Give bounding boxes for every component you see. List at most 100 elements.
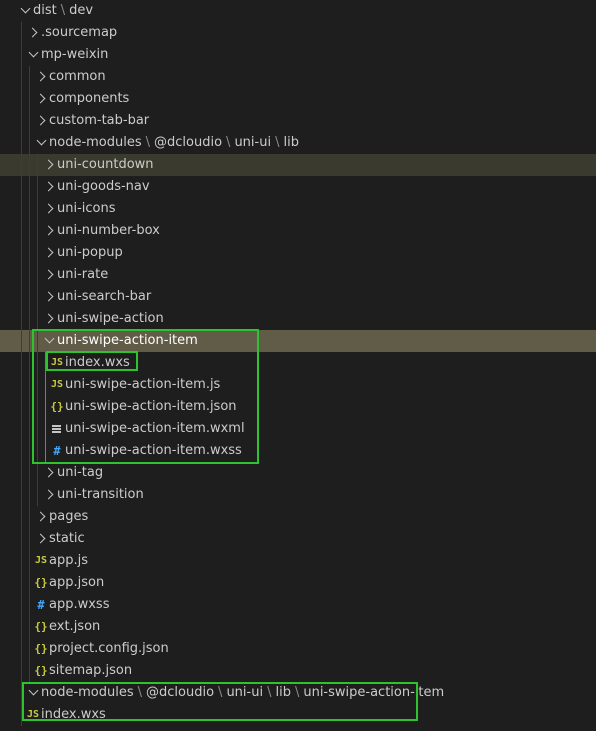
path-segment: dev xyxy=(69,3,94,18)
chevron-right-icon[interactable] xyxy=(42,462,56,484)
chevron-right-icon[interactable] xyxy=(34,506,48,528)
file-row-app-wxss[interactable]: # app.wxss xyxy=(0,594,596,616)
chevron-down-icon[interactable] xyxy=(26,682,40,704)
js-file-icon: JS xyxy=(50,357,64,368)
path-separator: \ xyxy=(218,685,223,700)
chevron-right-icon[interactable] xyxy=(34,110,48,132)
path-segment: @dcloudio xyxy=(154,135,223,150)
chevron-down-icon[interactable] xyxy=(26,44,40,66)
chevron-right-icon[interactable] xyxy=(42,484,56,506)
file-row-uni-swipe-action-item-json[interactable]: {} uni-swipe-action-item.json xyxy=(0,396,596,418)
chevron-right-icon[interactable] xyxy=(42,308,56,330)
row-label: uni-search-bar xyxy=(57,289,152,304)
chevron-right-icon[interactable] xyxy=(34,528,48,550)
json-file-icon: {} xyxy=(34,664,48,677)
chevron-right-icon[interactable] xyxy=(42,220,56,242)
file-row-uni-swipe-action-item-js[interactable]: JS uni-swipe-action-item.js xyxy=(0,374,596,396)
chevron-right-icon[interactable] xyxy=(42,154,56,176)
xml-file-icon xyxy=(50,418,64,440)
folder-row-mp-weixin[interactable]: mp-weixin xyxy=(0,44,596,66)
row-label: uni-swipe-action-item.wxml xyxy=(65,421,245,436)
path-separator: \ xyxy=(60,3,66,18)
file-row-index-wxs[interactable]: JS index.wxs xyxy=(0,352,596,374)
folder-row-uni-icons[interactable]: uni-icons xyxy=(0,198,596,220)
row-label: app.json xyxy=(49,575,105,590)
folder-row-uni-swipe-action[interactable]: uni-swipe-action xyxy=(0,308,596,330)
path-segment: @dcloudio xyxy=(146,685,215,700)
indent-guide xyxy=(21,22,22,726)
chevron-down-icon[interactable] xyxy=(18,0,32,22)
file-row-app-json[interactable]: {} app.json xyxy=(0,572,596,594)
folder-row-pages[interactable]: pages xyxy=(0,506,596,528)
path-segment: node-modules xyxy=(49,135,142,150)
folder-row-uni-number-box[interactable]: uni-number-box xyxy=(0,220,596,242)
folder-row-node-modules[interactable]: node-modules \ @dcloudio \ uni-ui \ lib xyxy=(0,132,596,154)
row-label: uni-swipe-action-item.js xyxy=(65,377,221,392)
chevron-right-icon[interactable] xyxy=(42,198,56,220)
file-row-ext-json[interactable]: {} ext.json xyxy=(0,616,596,638)
row-label: mp-weixin xyxy=(41,47,109,62)
folder-row-custom-tab-bar[interactable]: custom-tab-bar xyxy=(0,110,596,132)
row-label: ext.json xyxy=(49,619,101,634)
row-label: node-modules \ @dcloudio \ uni-ui \ lib \ uni-sw… xyxy=(41,682,444,704)
file-row-sitemap-json[interactable]: {} sitemap.json xyxy=(0,660,596,682)
row-label: uni-tag xyxy=(57,465,104,480)
chevron-right-icon[interactable] xyxy=(42,242,56,264)
chevron-right-icon[interactable] xyxy=(26,22,40,44)
row-label: .sourcemap xyxy=(41,25,118,40)
file-row-uni-swipe-action-item-wxss[interactable]: # uni-swipe-action-item.wxss xyxy=(0,440,596,462)
folder-row-components[interactable]: components xyxy=(0,88,596,110)
path-separator: \ xyxy=(137,685,143,700)
folder-row-common[interactable]: common xyxy=(0,66,596,88)
chevron-down-icon[interactable] xyxy=(42,330,56,352)
path-segment: uni-ui xyxy=(226,685,264,700)
folder-row-uni-swipe-action-item[interactable]: uni-swipe-action-item xyxy=(0,330,596,352)
indent-guide xyxy=(45,352,46,462)
indent-guide xyxy=(37,154,38,506)
row-label: uni-swipe-action-item xyxy=(57,333,198,348)
file-row-index-wxs-compact[interactable]: JS index.wxs xyxy=(0,704,596,726)
js-file-icon: JS xyxy=(34,555,48,566)
row-label: app.wxss xyxy=(49,597,110,612)
folder-row-uni-transition[interactable]: uni-transition xyxy=(0,484,596,506)
js-file-icon: JS xyxy=(26,709,40,720)
chevron-right-icon[interactable] xyxy=(42,286,56,308)
chevron-down-icon[interactable] xyxy=(34,132,48,154)
row-label: uni-countdown xyxy=(57,157,154,172)
row-label: custom-tab-bar xyxy=(49,113,150,128)
folder-row-uni-goods-nav[interactable]: uni-goods-nav xyxy=(0,176,596,198)
path-segment: dist xyxy=(33,3,57,18)
folder-row-uni-rate[interactable]: uni-rate xyxy=(0,264,596,286)
file-row-uni-swipe-action-item-wxml[interactable]: uni-swipe-action-item.wxml xyxy=(0,418,596,440)
row-label: dist \ dev xyxy=(33,0,93,22)
folder-row-uni-countdown[interactable]: uni-countdown xyxy=(0,154,596,176)
row-label: pages xyxy=(49,509,89,524)
folder-row-uni-popup[interactable]: uni-popup xyxy=(0,242,596,264)
path-segment: uni-ui xyxy=(234,135,272,150)
folder-row-uni-tag[interactable]: uni-tag xyxy=(0,462,596,484)
folder-row-node-modules-compact[interactable]: node-modules \ @dcloudio \ uni-ui \ lib \ uni-sw… xyxy=(0,682,596,704)
path-separator: \ xyxy=(226,135,231,150)
path-segment: node-modules xyxy=(41,685,134,700)
chevron-right-icon[interactable] xyxy=(34,66,48,88)
row-label: uni-rate xyxy=(57,267,109,282)
chevron-right-icon[interactable] xyxy=(42,264,56,286)
json-file-icon: {} xyxy=(34,642,48,655)
folder-row-uni-search-bar[interactable]: uni-search-bar xyxy=(0,286,596,308)
file-row-app-js[interactable]: JS app.js xyxy=(0,550,596,572)
path-segment: uni-swipe-action-item xyxy=(303,685,445,700)
folder-row-static[interactable]: static xyxy=(0,528,596,550)
row-label: uni-swipe-action-item.wxss xyxy=(65,443,242,458)
file-row-project-config-json[interactable]: {} project.config.json xyxy=(0,638,596,660)
chevron-right-icon[interactable] xyxy=(34,88,48,110)
row-label: project.config.json xyxy=(49,641,169,656)
row-label: index.wxs xyxy=(41,707,106,722)
path-segment: lib xyxy=(283,135,299,150)
chevron-right-icon[interactable] xyxy=(42,176,56,198)
row-label: uni-transition xyxy=(57,487,144,502)
js-file-icon: JS xyxy=(50,379,64,390)
path-separator: \ xyxy=(267,685,272,700)
row-label: uni-goods-nav xyxy=(57,179,150,194)
folder-row-sourcemap[interactable]: .sourcemap xyxy=(0,22,596,44)
folder-row-dist[interactable]: dist \ dev xyxy=(0,0,596,22)
